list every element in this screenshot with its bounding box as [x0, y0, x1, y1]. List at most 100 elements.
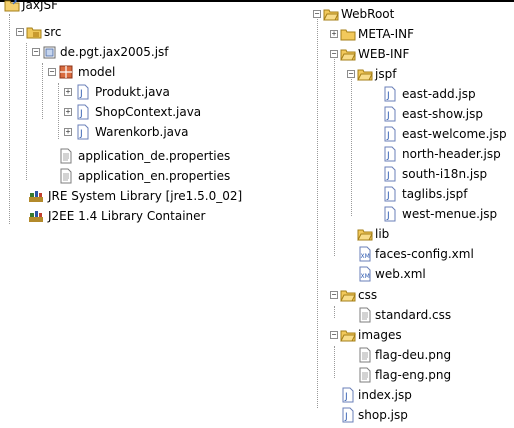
expand-toggle[interactable]: + [64, 108, 72, 116]
tree-item-properties-file[interactable]: application_de.properties [0, 147, 280, 165]
library-icon [29, 211, 43, 222]
collapse-toggle[interactable]: − [330, 50, 338, 58]
library-icon [29, 191, 43, 202]
tree-item-jsp-file[interactable]: J east-show.jsp [300, 105, 514, 123]
collapse-toggle[interactable]: − [32, 48, 40, 56]
package-icon [59, 65, 73, 79]
tree-item-src[interactable]: − src [0, 23, 120, 41]
xml-file-icon: XM [359, 266, 371, 282]
folder-open-icon [340, 49, 356, 61]
tree-item-xml-file[interactable]: XM faces-config.xml [300, 245, 514, 263]
svg-text:XM: XM [361, 273, 370, 280]
tree-item-project[interactable]: JaxJSF [2, 0, 122, 14]
svg-text:J: J [386, 111, 390, 121]
tree-item-model[interactable]: − model [0, 63, 200, 81]
expand-toggle[interactable]: + [330, 30, 338, 38]
tree-label: south-i18n.jsp [402, 167, 488, 181]
tree-label: css [358, 288, 378, 302]
tree-label: west-menue.jsp [402, 207, 498, 221]
tree-label: east-show.jsp [402, 107, 483, 121]
jsp-file-icon: J [384, 186, 396, 202]
jsp-file-icon: J [384, 206, 396, 222]
folder-open-icon [323, 9, 339, 21]
svg-text:J: J [344, 412, 348, 422]
jsp-file-icon: J [384, 166, 396, 182]
jsp-file-icon: J [384, 126, 396, 142]
collapse-toggle[interactable]: − [347, 70, 355, 78]
tree-item-webroot[interactable]: − WebRoot [300, 5, 500, 23]
tree-item-java-file[interactable]: + J Produkt.java [0, 83, 250, 101]
tree-label: flag-eng.png [375, 368, 452, 382]
xml-file-icon: XM [359, 246, 371, 262]
tree-item-jsp-file[interactable]: J taglibs.jspf [300, 185, 514, 203]
tree-item-meta-inf[interactable]: + META-INF [300, 25, 500, 43]
tree-item-library[interactable]: J2EE 1.4 Library Container [0, 207, 290, 225]
folder-icon [340, 29, 356, 41]
java-file-icon: J [77, 84, 89, 100]
folder-open-icon [357, 69, 373, 81]
jsp-file-icon: J [342, 407, 354, 423]
text-file-icon [359, 307, 371, 323]
tree-item-images[interactable]: − images [300, 326, 500, 344]
tree-label: WEB-INF [358, 47, 410, 61]
package-explorer-tree: JaxJSF − src − de.pgt.jax2005.jsf − mode… [0, 0, 300, 428]
svg-text:J: J [386, 91, 390, 101]
tree-label: shop.jsp [358, 408, 408, 422]
svg-text:J: J [386, 191, 390, 201]
tree-item-java-file[interactable]: + J Warenkorb.java [0, 123, 250, 141]
tree-item-package[interactable]: − de.pgt.jax2005.jsf [0, 43, 200, 61]
tree-item-jsp-file[interactable]: J east-welcome.jsp [300, 125, 514, 143]
jsp-file-icon: J [384, 86, 396, 102]
tree-label: lib [375, 227, 390, 241]
tree-label: taglibs.jspf [402, 187, 468, 201]
tree-item-library[interactable]: JRE System Library [jre1.5.0_02] [0, 187, 290, 205]
svg-text:J: J [386, 131, 390, 141]
tree-item-jsp-file[interactable]: J shop.jsp [300, 406, 500, 424]
tree-label: images [358, 328, 402, 342]
tree-item-properties-file[interactable]: application_en.properties [0, 167, 280, 185]
folder-open-icon [340, 290, 356, 302]
tree-label: faces-config.xml [375, 247, 474, 261]
tree-label: JRE System Library [jre1.5.0_02] [48, 189, 243, 203]
jsp-file-icon: J [342, 387, 354, 403]
tree-item-java-file[interactable]: + J ShopContext.java [0, 103, 250, 121]
tree-label: Produkt.java [95, 85, 170, 99]
collapse-toggle[interactable]: − [330, 291, 338, 299]
tree-item-web-inf[interactable]: − WEB-INF [300, 45, 500, 63]
tree-item-jsp-file[interactable]: J east-add.jsp [300, 85, 514, 103]
svg-text:J: J [79, 89, 83, 99]
expand-toggle[interactable]: + [64, 128, 72, 136]
tree-label: east-add.jsp [402, 87, 476, 101]
tree-item-jsp-file[interactable]: J south-i18n.jsp [300, 165, 514, 183]
tree-item-css[interactable]: − css [300, 286, 500, 304]
image-file-icon [359, 367, 371, 383]
svg-text:J: J [79, 109, 83, 119]
tree-item-jsp-file[interactable]: J north-header.jsp [300, 145, 514, 163]
tree-item-jsp-file[interactable]: J index.jsp [300, 386, 500, 404]
tree-item-image-file[interactable]: flag-eng.png [300, 366, 514, 384]
tree-item-css-file[interactable]: standard.css [300, 306, 514, 324]
tree-label: north-header.jsp [402, 147, 501, 161]
collapse-toggle[interactable]: − [313, 10, 321, 18]
tree-item-jspf[interactable]: − jspf [300, 65, 500, 83]
tree-label: flag-deu.png [375, 348, 452, 362]
properties-file-icon [60, 148, 72, 164]
source-folder-icon [26, 27, 42, 39]
collapse-toggle[interactable]: − [16, 28, 24, 36]
svg-text:J: J [344, 392, 348, 402]
svg-text:J: J [386, 151, 390, 161]
jsp-file-icon: J [384, 146, 396, 162]
collapse-toggle[interactable]: − [330, 331, 338, 339]
tree-label: jspf [375, 67, 397, 81]
expand-toggle[interactable]: + [64, 88, 72, 96]
tree-item-xml-file[interactable]: XM web.xml [300, 265, 514, 283]
properties-file-icon [60, 168, 72, 184]
tree-item-jsp-file[interactable]: J west-menue.jsp [300, 205, 514, 223]
folder-open-icon [340, 330, 356, 342]
tree-label: web.xml [375, 267, 426, 281]
svg-text:J: J [386, 171, 390, 181]
collapse-toggle[interactable]: − [48, 68, 56, 76]
java-project-icon [4, 0, 20, 12]
tree-item-image-file[interactable]: flag-deu.png [300, 346, 514, 364]
tree-item-lib[interactable]: lib [300, 225, 500, 243]
